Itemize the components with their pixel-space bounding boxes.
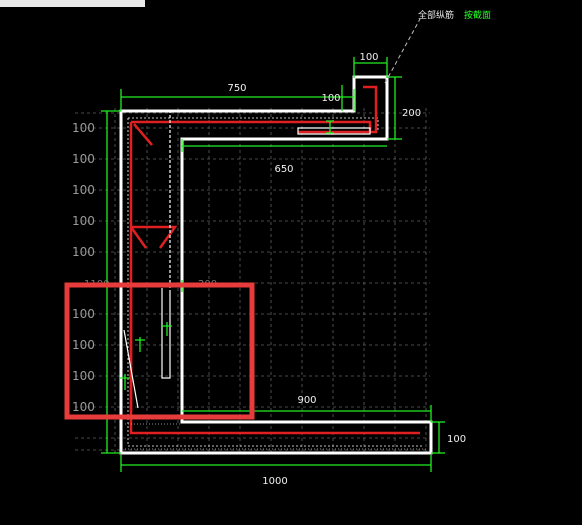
- row-labels: 100 100 100 100 100 100 100 100 100: [72, 121, 95, 414]
- dim-label-top-offset: 100: [321, 93, 340, 104]
- base-ticks: [125, 423, 428, 450]
- stem-bar-detail: [161, 288, 171, 379]
- row-label: 100: [72, 152, 95, 166]
- section-drawing: 100 100 100 100 100 100 100 100 100 750 …: [64, 18, 466, 487]
- row-label: 100: [72, 214, 95, 228]
- dim-label-inner-top-width: 650: [274, 164, 293, 175]
- dim-label-bottom-right-height: 100: [447, 434, 466, 445]
- dim-label-right-height: 200: [402, 108, 421, 119]
- rebar-link: [129, 225, 178, 249]
- dim-label-bottom-width: 1000: [262, 476, 287, 487]
- dim-label-cap-width: 100: [359, 52, 378, 63]
- rebar-top: [131, 120, 372, 132]
- row-label: 100: [72, 400, 95, 414]
- legend-leader-line: [384, 18, 421, 84]
- dim-label-top-width: 750: [227, 83, 246, 94]
- section-outline: [119, 75, 433, 455]
- row-label: 100: [72, 245, 95, 259]
- row-label: 100: [72, 307, 95, 321]
- rebar-hook: [133, 123, 153, 146]
- dimension-lines: [101, 57, 445, 472]
- dim-marker: [135, 337, 145, 352]
- row-label: 100: [72, 338, 95, 352]
- dim-label-inner-bottom-width: 900: [297, 395, 316, 406]
- row-label: 100: [72, 369, 95, 383]
- row-label: 100: [72, 121, 95, 135]
- row-label: 100: [72, 183, 95, 197]
